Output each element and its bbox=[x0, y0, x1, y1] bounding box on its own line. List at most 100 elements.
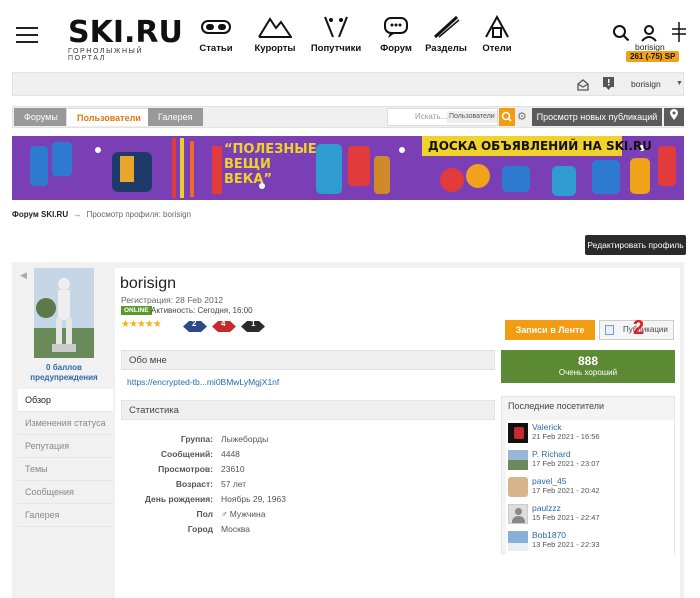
menu-icon[interactable] bbox=[16, 27, 38, 43]
visitor-date: 15 Feb 2021 - 22:47 bbox=[532, 513, 600, 522]
nav-label: Попутчики bbox=[310, 43, 362, 54]
visitor-date: 17 Feb 2021 - 23:07 bbox=[532, 459, 600, 468]
visitor-date: 13 Feb 2021 - 22:33 bbox=[532, 540, 600, 549]
visitor-item[interactable]: pavel_45 17 Feb 2021 - 20:42 bbox=[506, 474, 674, 501]
visitor-avatar[interactable] bbox=[508, 504, 528, 524]
visitor-item[interactable]: paulzzz 15 Feb 2021 - 22:47 bbox=[506, 501, 674, 528]
site-logo[interactable]: SKI.RU ГОРНОЛЫЖНЫЙ ПОРТАЛ bbox=[68, 15, 183, 63]
nav-item-forum[interactable]: Форум bbox=[376, 15, 416, 54]
rank-badge-number: 2 bbox=[192, 319, 197, 328]
nav-label: Разделы bbox=[425, 43, 467, 54]
stats-table: Группа: Лыжеборды Сообщений: 4448 Просмотр… bbox=[121, 429, 495, 534]
visitor-avatar[interactable] bbox=[508, 477, 528, 497]
goggles-icon bbox=[201, 20, 231, 34]
ad-banner[interactable]: “ПОЛЕЗНЫЕ ВЕЩИ ВЕКА” ДОСКА ОБЪЯВЛЕНИЙ НА… bbox=[12, 136, 684, 200]
search-input[interactable]: Искать... Пользователи bbox=[387, 108, 498, 126]
mountains-icon bbox=[258, 17, 292, 38]
logo-text: SKI.RU bbox=[68, 15, 183, 50]
stat-value: 57 лет bbox=[221, 479, 247, 489]
search-scope[interactable]: Пользователи bbox=[447, 111, 497, 123]
tab-users[interactable]: Пользователи bbox=[66, 108, 152, 126]
notifications-icon[interactable] bbox=[603, 77, 614, 95]
forum-icon bbox=[384, 17, 408, 38]
side-menu-topics[interactable]: Темы bbox=[18, 458, 113, 481]
stats-row: Просмотров: 23610 bbox=[121, 459, 495, 474]
stat-label: Сообщений: bbox=[160, 449, 213, 459]
side-menu-status[interactable]: Изменения статуса bbox=[18, 412, 113, 435]
new-posts-button[interactable]: Просмотр новых публикаций bbox=[532, 108, 662, 126]
user-points-badge: 261 (-75) SP bbox=[626, 51, 680, 62]
about-link[interactable]: https://encrypted-tb...mi0BMwLyMgjX1nf bbox=[127, 377, 279, 387]
visitor-name[interactable]: Valerick bbox=[532, 422, 562, 432]
rank-badge-number: 1 bbox=[251, 319, 256, 328]
stat-label: Просмотров: bbox=[158, 464, 213, 474]
feed-entries-button[interactable]: Записи в Ленте bbox=[505, 320, 595, 340]
avatar-back-icon[interactable]: ◀ bbox=[20, 270, 27, 281]
registration-date: Регистрация: 28 Feb 2012 bbox=[121, 295, 224, 305]
stat-label: Возраст: bbox=[175, 479, 213, 489]
reputation-box[interactable]: 888 Очень хороший bbox=[501, 350, 675, 383]
tab-gallery[interactable]: Галерея bbox=[148, 108, 203, 126]
location-icon[interactable] bbox=[664, 108, 684, 126]
edit-profile-button[interactable]: Редактировать профиль bbox=[585, 235, 686, 255]
visitor-avatar[interactable] bbox=[508, 450, 528, 470]
search-icon[interactable] bbox=[612, 24, 630, 42]
breadcrumb-current: Просмотр профиля: borisign bbox=[86, 210, 192, 219]
profile-side-menu: Обзор Изменения статуса Репутация Темы С… bbox=[18, 389, 113, 527]
stats-row: День рождения: Ноябрь 29, 1963 bbox=[121, 489, 495, 504]
mail-icon[interactable] bbox=[577, 78, 589, 96]
visitor-name[interactable]: P. Richard bbox=[532, 449, 571, 459]
nav-item-resorts[interactable]: Курорты bbox=[253, 15, 297, 54]
hotel-icon bbox=[485, 15, 509, 38]
nav-label: Курорты bbox=[254, 43, 296, 54]
visitor-avatar[interactable] bbox=[508, 423, 528, 443]
banner-text-right: ДОСКА ОБЪЯВЛЕНИЙ НА SKI.RU bbox=[428, 139, 652, 153]
user-icon[interactable] bbox=[640, 24, 658, 42]
breadcrumb-root[interactable]: Форум SKI.RU bbox=[12, 210, 68, 219]
settings-icon[interactable]: ⚙ bbox=[517, 110, 527, 123]
nav-label: Статьи bbox=[199, 43, 233, 54]
last-activity: Активность: Сегодня, 16:00 bbox=[151, 306, 253, 315]
chevron-down-icon[interactable]: ▼ bbox=[676, 80, 683, 87]
visitor-item[interactable]: Bob1870 13 Feb 2021 - 22:33 bbox=[506, 528, 674, 555]
rank-badge-number: 4 bbox=[221, 319, 226, 328]
nav-item-companions[interactable]: Попутчики bbox=[310, 15, 362, 54]
visitor-name[interactable]: Bob1870 bbox=[532, 530, 566, 540]
side-menu-gallery[interactable]: Галерея bbox=[18, 504, 113, 527]
nav-item-sections[interactable]: Разделы bbox=[424, 15, 468, 54]
visitor-date: 21 Feb 2021 - 16:56 bbox=[532, 432, 600, 441]
visitor-name[interactable]: pavel_45 bbox=[532, 476, 567, 486]
visitor-avatar[interactable] bbox=[508, 531, 528, 551]
search-submit-button[interactable] bbox=[499, 108, 515, 126]
userbar-username[interactable]: borisign bbox=[631, 79, 661, 89]
visitor-item[interactable]: P. Richard 17 Feb 2021 - 23:07 bbox=[506, 447, 674, 474]
visitors-title: Последние посетители bbox=[508, 401, 605, 411]
visitor-item[interactable]: Valerick 21 Feb 2021 - 16:56 bbox=[506, 420, 674, 447]
plus-icon[interactable] bbox=[672, 22, 686, 42]
logo-subtitle: ГОРНОЛЫЖНЫЙ ПОРТАЛ bbox=[68, 48, 144, 62]
publications-label: Публикации bbox=[623, 325, 668, 334]
nav-item-articles[interactable]: Статьи bbox=[195, 15, 237, 54]
stats-row: Город Москва bbox=[121, 519, 495, 534]
nav-label: Форум bbox=[380, 43, 412, 54]
warnings-label: предупреждения bbox=[30, 373, 98, 382]
stat-label: Группа: bbox=[180, 434, 213, 444]
search-placeholder: Искать... bbox=[415, 112, 448, 121]
stat-label: День рождения: bbox=[144, 494, 213, 504]
stat-value: Москва bbox=[221, 524, 251, 534]
stats-row: Пол ♂ Мужчина bbox=[121, 504, 495, 519]
breadcrumb: Форум SKI.RU → Просмотр профиля: borisig… bbox=[12, 210, 191, 219]
tab-forums[interactable]: Форумы bbox=[14, 108, 68, 126]
stats-row: Сообщений: 4448 bbox=[121, 444, 495, 459]
rank-badge-dark: 1 bbox=[241, 319, 265, 332]
side-menu-overview[interactable]: Обзор bbox=[18, 389, 113, 412]
side-menu-reputation[interactable]: Репутация bbox=[18, 435, 113, 458]
stat-label: Город bbox=[187, 524, 213, 534]
nav-item-hotels[interactable]: Отели bbox=[478, 15, 516, 54]
male-icon: ♂ bbox=[221, 509, 228, 519]
visitor-name[interactable]: paulzzz bbox=[532, 503, 561, 513]
avatar[interactable] bbox=[34, 268, 94, 358]
about-header: Обо мне bbox=[121, 350, 495, 370]
side-menu-posts[interactable]: Сообщения bbox=[18, 481, 113, 504]
stat-value: 4448 bbox=[221, 449, 240, 459]
